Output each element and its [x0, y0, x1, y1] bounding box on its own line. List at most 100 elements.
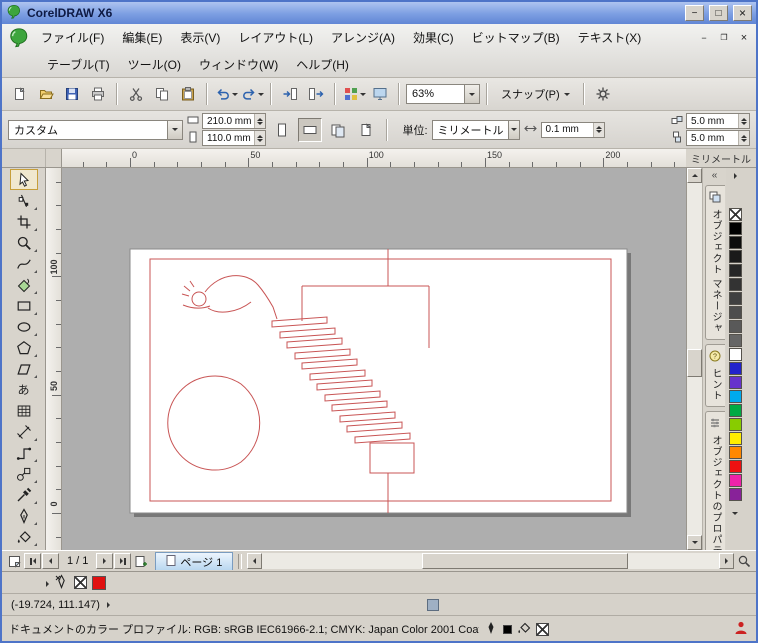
color-swatch-ee22aa[interactable] [728, 474, 742, 487]
print-button[interactable] [86, 82, 110, 106]
page-width-field[interactable]: 210.0 mm [202, 113, 267, 129]
menu-item-window[interactable]: ウィンドウ(W) [190, 52, 287, 77]
canvas-artwork[interactable] [62, 168, 686, 550]
color-swatch-404040[interactable] [728, 292, 742, 305]
scroll-left-icon[interactable] [247, 553, 263, 569]
color-swatch-0d0d0d[interactable] [728, 236, 742, 249]
drawing-canvas[interactable] [62, 168, 686, 550]
fill-status-icon[interactable] [517, 621, 531, 638]
outline-pen-x-icon[interactable] [54, 573, 69, 592]
color-swatch-333333[interactable] [728, 278, 742, 291]
menu-item-file[interactable]: ファイル(F) [32, 25, 113, 50]
redo-button[interactable] [240, 82, 264, 106]
spin-down-icon[interactable] [741, 121, 747, 125]
docker-collapse-icon[interactable]: « [712, 170, 718, 181]
menu-item-arrange[interactable]: アレンジ(A) [322, 25, 404, 50]
tool-shape[interactable] [10, 190, 38, 211]
close-button[interactable] [733, 5, 752, 21]
menu-item-table[interactable]: テーブル(T) [38, 52, 119, 77]
page-curl-icon[interactable] [5, 553, 23, 569]
maximize-button[interactable] [709, 5, 728, 21]
object-fill-none-swatch[interactable] [74, 576, 87, 589]
spin-down-icon[interactable] [595, 130, 602, 133]
color-swatch-595959[interactable] [728, 320, 742, 333]
options-button[interactable] [591, 82, 615, 106]
all-pages-button[interactable] [326, 118, 350, 142]
color-swatch-882299[interactable] [728, 488, 742, 501]
chevron-down-icon[interactable] [231, 92, 238, 96]
horizontal-scroll-track[interactable] [262, 553, 719, 569]
tool-ellipse[interactable] [10, 316, 38, 337]
vertical-scroll-thumb[interactable] [687, 349, 702, 377]
default-outline-color-swatch[interactable] [503, 624, 512, 634]
menu-item-text[interactable]: テキスト(X) [569, 25, 651, 50]
spin-down-icon[interactable] [741, 138, 747, 142]
spin-down-icon[interactable] [257, 138, 263, 142]
save-document-button[interactable] [60, 82, 84, 106]
import-button[interactable] [278, 82, 302, 106]
tool-rectangle[interactable] [10, 295, 38, 316]
application-launcher-button[interactable] [342, 82, 366, 106]
tool-smart-fill[interactable] [10, 274, 38, 295]
tool-pick[interactable] [9, 169, 38, 190]
tool-parallel-dimension[interactable] [10, 421, 38, 442]
current-page-button[interactable] [354, 118, 378, 142]
color-swatch-2222cc[interactable] [728, 362, 742, 375]
spin-up-icon[interactable] [257, 134, 263, 138]
tool-outline-pen[interactable] [10, 505, 38, 526]
paste-button[interactable] [176, 82, 200, 106]
vertical-scroll-track[interactable] [687, 183, 702, 535]
color-swatch-00aa44[interactable] [728, 404, 742, 417]
default-fill-none-swatch[interactable] [536, 622, 549, 636]
spin-up-icon[interactable] [257, 117, 264, 121]
next-page-button[interactable] [96, 553, 114, 569]
color-swatch-00aaee[interactable] [728, 390, 742, 403]
scroll-up-icon[interactable] [687, 168, 702, 183]
export-button[interactable] [304, 82, 328, 106]
menu-item-tools[interactable]: ツール(O) [119, 52, 190, 77]
copy-button[interactable] [150, 82, 174, 106]
tab-splitter[interactable] [238, 553, 243, 569]
horizontal-scroll-thumb[interactable] [422, 553, 628, 569]
undo-button[interactable] [214, 82, 238, 106]
tool-zoom[interactable] [10, 232, 38, 253]
color-swatch-6633cc[interactable] [728, 376, 742, 389]
flyout-arrow-icon[interactable] [46, 576, 49, 590]
docker-tab-object-properties[interactable]: オブジェクトのプロパティ [704, 410, 725, 550]
horizontal-scrollbar[interactable] [247, 553, 734, 569]
color-swatch-none[interactable] [728, 208, 742, 221]
tool-color-eyedropper[interactable] [10, 484, 38, 505]
object-outline-color-swatch[interactable] [92, 575, 106, 590]
first-page-button[interactable] [24, 553, 41, 569]
color-swatch-ffffff[interactable] [728, 348, 742, 361]
spin-up-icon[interactable] [741, 117, 747, 121]
landscape-button[interactable] [298, 117, 323, 142]
units-combo[interactable]: ミリメートル [431, 119, 520, 140]
document-restore-button[interactable] [716, 31, 732, 45]
expand-arrow-icon[interactable] [106, 601, 110, 608]
nudge-distance-field[interactable]: 0.1 mm [540, 121, 605, 138]
duplicate-y-field[interactable]: 5.0 mm [686, 130, 750, 146]
color-swatch-88cc00[interactable] [728, 418, 742, 431]
menu-item-edit[interactable]: 編集(E) [113, 25, 171, 50]
tool-crop[interactable] [10, 211, 38, 232]
tool-polygon[interactable] [10, 337, 38, 358]
chevron-down-icon[interactable] [257, 92, 264, 96]
scroll-down-icon[interactable] [687, 535, 702, 550]
color-swatch-1a1a1a[interactable] [728, 250, 742, 263]
menu-item-view[interactable]: 表示(V) [171, 25, 229, 50]
palette-flyout-icon[interactable] [733, 170, 737, 182]
tool-text[interactable]: あ [10, 379, 38, 400]
new-document-button[interactable] [8, 82, 32, 106]
spin-up-icon[interactable] [741, 134, 747, 138]
menu-item-help[interactable]: ヘルプ(H) [287, 52, 358, 77]
last-page-button[interactable] [114, 553, 132, 569]
navigator-zoom-icon[interactable] [735, 553, 753, 569]
palette-scroll-down-icon[interactable] [732, 504, 738, 518]
color-swatch-000000[interactable] [728, 222, 742, 235]
chevron-down-icon[interactable] [464, 85, 479, 103]
document-minimize-button[interactable] [696, 31, 712, 45]
page-preset-combo[interactable]: カスタム [8, 119, 183, 140]
color-swatch-ee1111[interactable] [728, 460, 742, 473]
page-height-field[interactable]: 110.0 mm [202, 130, 266, 146]
